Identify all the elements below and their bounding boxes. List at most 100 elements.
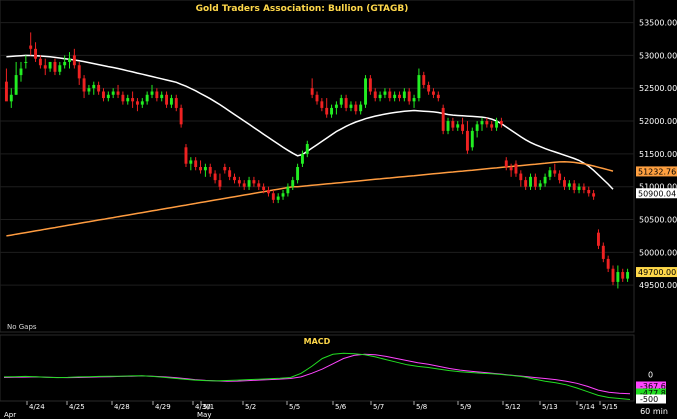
candle-body-68	[334, 104, 338, 108]
candle-body-75	[368, 78, 372, 92]
candle-body-28	[140, 101, 144, 105]
price-y-axis: 49500.0050000.0050500.0051000.0051500.00…	[639, 19, 677, 291]
candle-body-15	[77, 65, 81, 79]
candle-body-29	[145, 94, 149, 102]
candle-body-16	[82, 78, 86, 92]
candle-body-34	[169, 98, 173, 105]
candle-body-111	[543, 176, 547, 184]
candle-body-92	[451, 121, 455, 128]
candle-body-124	[606, 258, 610, 269]
candle-body-97	[475, 124, 479, 131]
candle-body-104	[509, 167, 513, 171]
price-chart-title: Gold Traders Association: Bullion (GTAGB…	[196, 4, 409, 14]
candle-body-98	[480, 121, 484, 125]
candle-body-78	[383, 91, 387, 95]
candle-body-53	[262, 186, 266, 190]
candle-body-39	[194, 160, 198, 167]
candle-body-55	[271, 193, 275, 200]
candle-body-80	[393, 94, 397, 99]
candle-body-71	[349, 104, 353, 108]
candle-body-73	[359, 104, 363, 112]
candle-body-126	[616, 272, 620, 282]
price-panel: Gold Traders Association: Bullion (GTAGB…	[0, 0, 677, 333]
price-tag-label-1: 50900.04	[638, 189, 676, 198]
candle-body-42	[208, 167, 212, 174]
candle-body-44	[218, 180, 222, 187]
candle-body-110	[538, 183, 542, 187]
x-date-label-6: 5/2	[245, 403, 256, 411]
price-tick-label-8: 53500.00	[639, 19, 677, 28]
candle-body-52	[257, 183, 261, 187]
candle-body-10	[53, 61, 57, 72]
macd-tick-label-0: 0	[648, 370, 653, 379]
candle-body-90	[441, 107, 445, 131]
candle-body-88	[432, 91, 435, 95]
candle-body-46	[228, 170, 232, 177]
candle-body-113	[553, 170, 557, 174]
x-date-label-2: 4/28	[114, 403, 130, 411]
candle-body-5	[29, 45, 33, 49]
candle-body-23	[116, 91, 120, 95]
candle-body-106	[519, 173, 523, 181]
candle-body-81	[398, 94, 401, 99]
candle-body-69	[339, 98, 343, 105]
candle-body-120	[587, 189, 591, 194]
candle-body-70	[344, 98, 348, 108]
chart-canvas: Gold Traders Association: Bullion (GTAGB…	[0, 0, 677, 419]
candle-body-43	[213, 173, 217, 181]
price-tick-label-1: 50000.00	[639, 248, 677, 257]
candle-body-6	[34, 48, 37, 59]
candle-body-45	[223, 167, 227, 171]
candle-body-49	[242, 183, 246, 187]
x-date-label-15: 5/15	[602, 403, 618, 411]
candle-36	[179, 104, 183, 128]
candle-body-33	[165, 94, 169, 105]
candle-body-58	[286, 186, 290, 194]
candle-body-37	[184, 147, 188, 164]
candle-body-87	[427, 84, 431, 92]
candle-body-63	[310, 88, 314, 95]
candle-body-103	[504, 160, 508, 167]
candle-body-48	[237, 180, 241, 184]
candle-body-112	[548, 170, 552, 177]
candle-body-24	[121, 94, 125, 102]
candle-body-79	[388, 91, 392, 99]
candle-body-102	[499, 121, 503, 125]
x-date-label-11: 5/9	[460, 403, 471, 411]
candle-body-93	[456, 124, 460, 128]
candle-body-66	[325, 107, 329, 115]
price-tick-label-2: 50500.00	[639, 216, 677, 225]
candle-body-2	[14, 75, 18, 95]
candle-body-86	[422, 75, 426, 85]
x-month-label-1: May	[197, 411, 211, 419]
candle-body-107	[524, 180, 528, 187]
candle-body-108	[529, 176, 532, 187]
candle-body-114	[558, 173, 562, 181]
candle-body-32	[160, 94, 164, 99]
price-tick-label-4: 51500.00	[639, 150, 677, 159]
candle-body-57	[281, 193, 285, 197]
candle-body-121	[592, 193, 596, 197]
macd-y-axis: 0	[648, 370, 653, 379]
candle-body-22	[111, 91, 115, 95]
candle-body-38	[189, 160, 193, 164]
macd-title: MACD	[304, 337, 331, 346]
candle-body-89	[436, 94, 440, 99]
candle-body-7	[38, 58, 42, 66]
x-date-label-1: 4/25	[69, 403, 85, 411]
candle-37	[184, 144, 188, 167]
candle-body-47	[233, 176, 236, 181]
candle-body-8	[43, 65, 47, 69]
candle-body-116	[567, 183, 571, 187]
candle-body-128	[626, 272, 630, 279]
price-tag-label-2: 49700.00	[638, 268, 676, 277]
candle-body-118	[577, 186, 581, 190]
candle-body-11	[58, 65, 62, 72]
candle-body-26	[131, 98, 135, 102]
x-axis: 4/24 4/25 4/28 4/29 4/305/1 5/2 5/5 5/6 5/7 5/8 5/…	[4, 401, 618, 419]
x-date-label-8: 5/6	[335, 403, 347, 411]
candle-body-36	[179, 107, 183, 125]
candle-body-4	[24, 61, 28, 63]
x-date-label-0: 4/24	[29, 403, 45, 411]
candle-body-12	[63, 61, 67, 66]
